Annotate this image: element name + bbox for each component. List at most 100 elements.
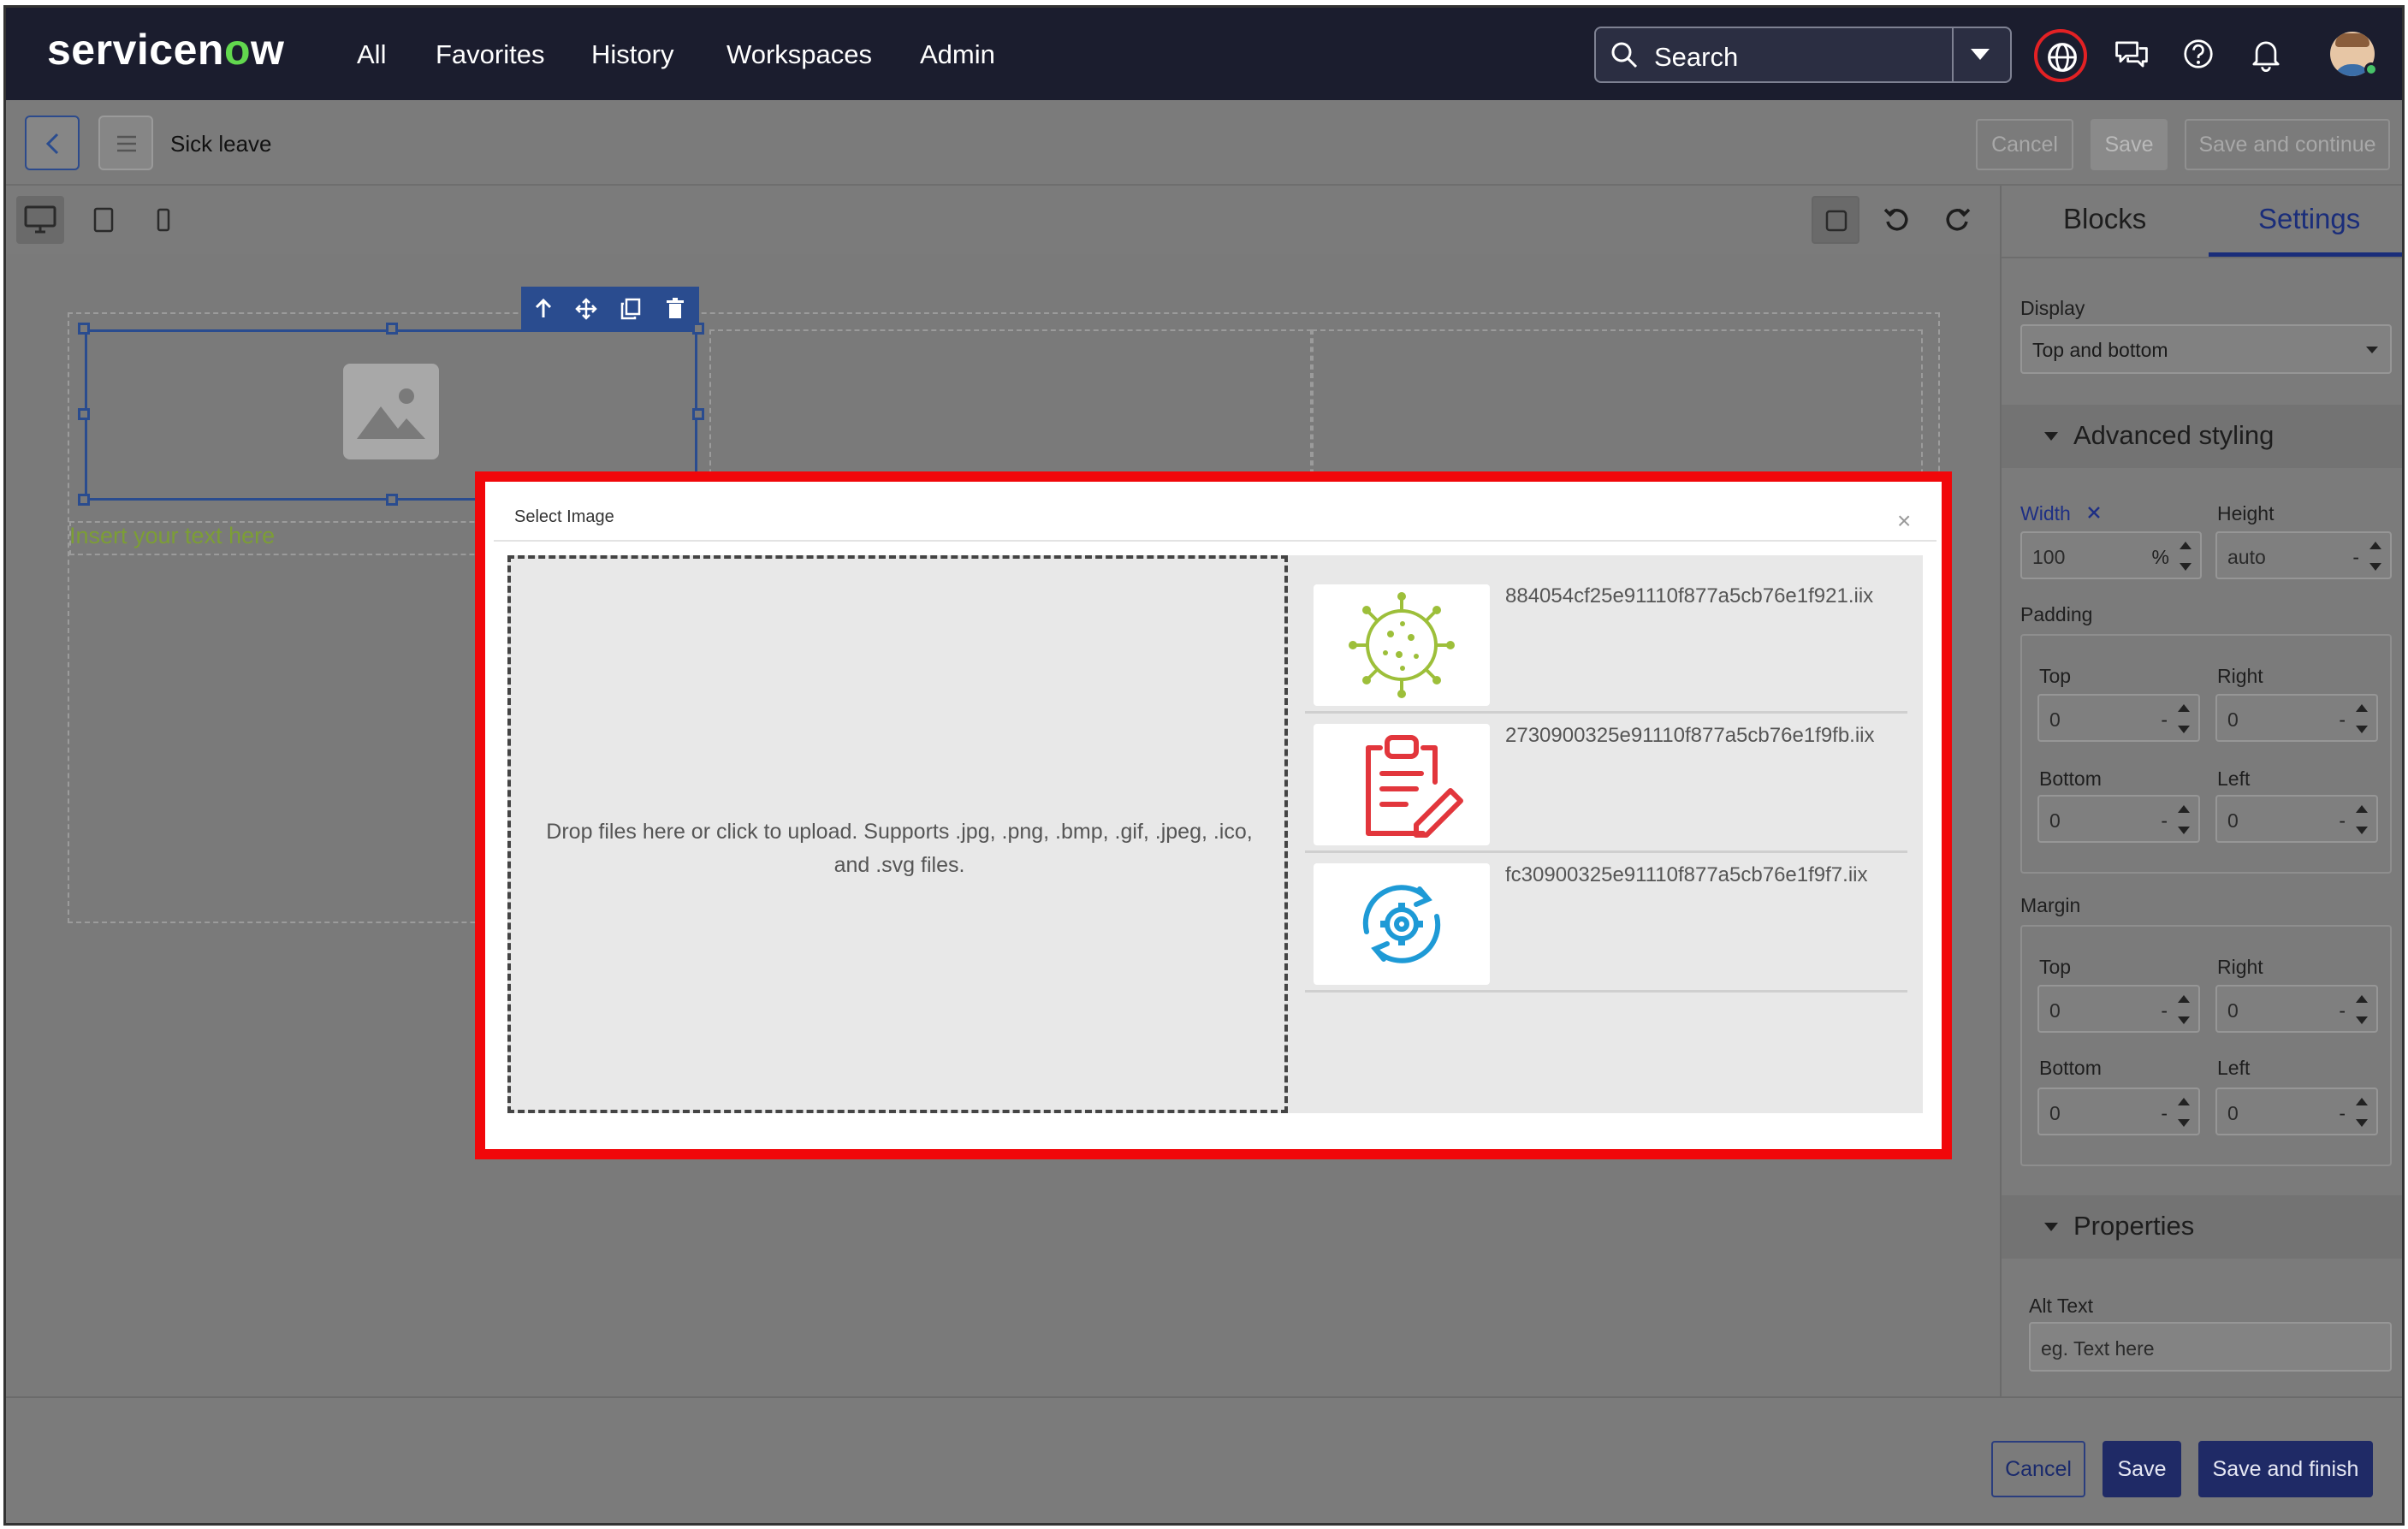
mobile-icon [157,208,170,232]
resize-handle-tm[interactable] [386,323,398,335]
stepper-icon[interactable] [2356,995,2368,1024]
stepper-icon[interactable] [2356,704,2368,733]
resize-handle-bm[interactable] [386,494,398,506]
page-footer: Cancel Save Save and finish [6,1396,2402,1523]
nav-history[interactable]: History [591,39,673,70]
tab-divider [2002,257,2402,258]
servicenow-logo[interactable]: servicenow [47,25,284,74]
nav-admin[interactable]: Admin [920,39,995,70]
display-select[interactable]: Top and bottom [2020,324,2392,374]
search-icon [1611,42,1638,68]
resize-handle-bl[interactable] [78,494,90,506]
margin-top-input[interactable]: 0- [2037,985,2200,1033]
stepper-icon[interactable] [2356,805,2368,834]
footer-save-button[interactable]: Save [2103,1441,2181,1497]
page-header: Sick leave Cancel Save Save and continue [6,100,2402,186]
arrow-up-icon[interactable] [531,297,555,321]
margin-right-input[interactable]: 0- [2215,985,2378,1033]
globe-icon[interactable] [2042,37,2083,78]
file-name: 2730900325e91110f877a5cb76e1f9fb.iix [1505,724,1875,747]
mobile-view-button[interactable] [139,196,187,244]
alt-text-input[interactable]: eg. Text here [2029,1322,2392,1372]
width-input[interactable]: 100 % [2020,531,2202,579]
nav-favorites[interactable]: Favorites [436,39,544,70]
global-search[interactable]: Search [1594,27,2012,83]
margin-left-input[interactable]: 0- [2215,1087,2378,1135]
select-image-modal: Select Image × Drop files here or click … [475,471,1952,1159]
select-box-button[interactable] [1812,196,1859,244]
stepper-icon[interactable] [2180,542,2192,571]
undo-button[interactable] [1873,196,1921,244]
header-save-continue-button[interactable]: Save and continue [2185,119,2390,170]
header-save-button[interactable]: Save [2091,119,2168,170]
resize-handle-tr[interactable] [692,323,704,335]
clear-width-icon[interactable] [2085,504,2103,521]
redo-button[interactable] [1933,196,1981,244]
undo-icon [1883,208,1908,231]
margin-top-label: Top [2039,956,2072,978]
file-item[interactable]: fc30900325e91110f877a5cb76e1f9f7.iix [1305,853,1907,993]
file-name: fc30900325e91110f877a5cb76e1f9f7.iix [1505,863,1868,886]
width-value: 100 [2032,546,2066,568]
tablet-view-button[interactable] [80,196,128,244]
footer-cancel-button[interactable]: Cancel [1991,1441,2085,1497]
stepper-icon[interactable] [2356,1098,2368,1127]
padding-left-input[interactable]: 0- [2215,795,2378,843]
footer-save-finish-button[interactable]: Save and finish [2198,1441,2373,1497]
margin-left-label: Left [2217,1057,2251,1079]
display-label: Display [2020,297,2085,319]
padding-bottom-input[interactable]: 0- [2037,795,2200,843]
bell-icon[interactable] [2245,33,2286,74]
stepper-icon[interactable] [2178,805,2190,834]
file-item[interactable]: 2730900325e91110f877a5cb76e1f9fb.iix [1305,714,1907,853]
stepper-icon[interactable] [2369,542,2381,571]
chat-icon[interactable] [2111,33,2152,74]
editor-toolbar [6,186,2000,254]
advanced-styling-header[interactable]: Advanced styling [2002,405,2402,468]
resize-handle-mr[interactable] [692,408,704,420]
file-dropzone[interactable]: Drop files here or click to upload. Supp… [507,555,1288,1113]
height-unit: - [2352,546,2359,568]
close-icon[interactable]: × [1897,507,1911,535]
padding-bottom-label: Bottom [2039,767,2102,790]
padding-top-input[interactable]: 0- [2037,694,2200,742]
padding-right-input[interactable]: 0- [2215,694,2378,742]
tab-settings[interactable]: Settings [2258,203,2360,235]
copy-icon[interactable] [619,297,643,321]
move-icon[interactable] [574,297,598,321]
stepper-icon[interactable] [2178,995,2190,1024]
properties-title: Properties [2073,1211,2195,1241]
stepper-icon[interactable] [2178,704,2190,733]
padding-left-label: Left [2217,767,2251,790]
resize-handle-tl[interactable] [78,323,90,335]
header-cancel-button[interactable]: Cancel [1976,119,2073,170]
insert-text-placeholder[interactable]: Insert your text here [69,523,275,549]
width-unit: % [2151,546,2169,568]
desktop-view-button[interactable] [16,196,64,244]
properties-header[interactable]: Properties [2002,1195,2402,1259]
stepper-icon[interactable] [2178,1098,2190,1127]
hamburger-icon [117,135,136,152]
width-label: Width [2020,502,2071,524]
app-window: servicenow All Favorites History Workspa… [3,5,2405,1526]
menu-button[interactable] [98,116,153,170]
trash-icon[interactable] [663,297,687,321]
file-item[interactable]: 884054cf25e91110f877a5cb76e1f921.iix [1305,574,1907,714]
modal-title: Select Image [514,507,614,526]
resize-handle-ml[interactable] [78,408,90,420]
search-dropdown-icon[interactable] [1971,49,1990,60]
padding-right-label: Right [2217,665,2263,687]
nav-all[interactable]: All [357,39,386,70]
alt-text-label: Alt Text [2029,1295,2093,1317]
margin-bottom-input[interactable]: 0- [2037,1087,2200,1135]
tab-blocks[interactable]: Blocks [2063,203,2146,235]
height-input[interactable]: auto - [2215,531,2392,579]
redo-icon [1946,208,1971,231]
select-box-icon [1825,210,1848,232]
nav-workspaces[interactable]: Workspaces [727,39,872,70]
height-value: auto [2227,546,2266,568]
page-title: Sick leave [170,131,272,157]
help-icon[interactable] [2178,33,2219,74]
chevron-left-icon [45,133,59,155]
back-button[interactable] [25,116,80,170]
